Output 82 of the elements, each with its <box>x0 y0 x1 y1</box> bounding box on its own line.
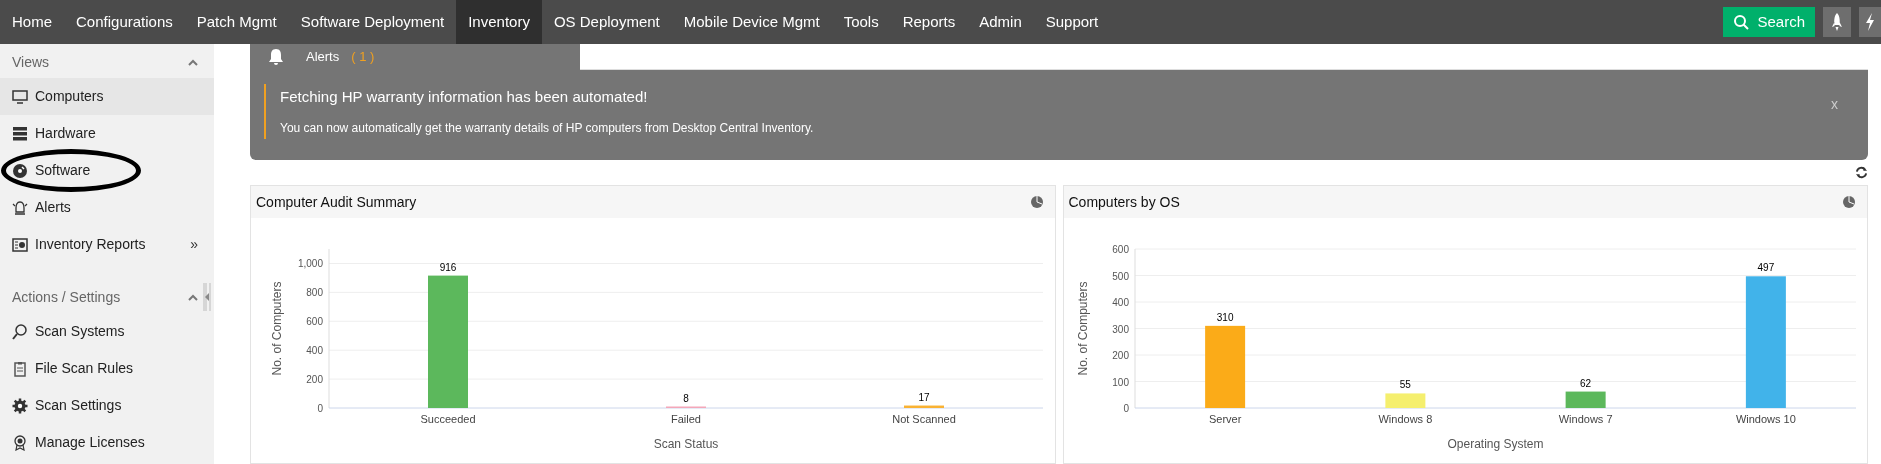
nav-tab[interactable]: Tools <box>831 0 891 44</box>
nav-tab[interactable]: Inventory <box>456 0 542 44</box>
nav-tab[interactable]: OS Deployment <box>541 0 672 44</box>
sidebar-item[interactable]: Software <box>0 152 214 189</box>
y-tick-label: 400 <box>306 345 323 357</box>
collapse-caret-icon[interactable] <box>188 58 198 66</box>
x-tick-label: Not Scanned <box>892 413 956 425</box>
alert-title: Fetching HP warranty information has been automated! <box>280 87 649 107</box>
rocket-button[interactable] <box>1823 7 1851 37</box>
rocket-icon <box>1830 12 1844 32</box>
disc-icon <box>12 162 28 179</box>
nav-tab[interactable]: Patch Mgmt <box>184 0 289 44</box>
bell-icon <box>268 48 284 66</box>
data-label: 62 <box>1579 377 1591 389</box>
search-icon <box>12 323 28 340</box>
search-icon <box>1733 14 1750 30</box>
y-tick-label: 800 <box>306 287 323 299</box>
y-tick-label: 200 <box>306 374 323 386</box>
data-label: 310 <box>1216 311 1233 323</box>
y-tick-label: 0 <box>1122 403 1129 414</box>
chart-title: Computers by OS <box>1068 192 1180 212</box>
data-label: 497 <box>1757 262 1774 274</box>
nav-tab[interactable]: Admin <box>967 0 1034 44</box>
alerts-count: ( 1 ) <box>351 48 375 67</box>
monitor-icon <box>12 88 28 105</box>
y-tick-label: 1,000 <box>297 258 323 270</box>
x-tick-label: Succeeded <box>420 413 476 425</box>
server-stack-icon <box>12 125 28 142</box>
alerts-tab[interactable]: Alerts ( 1 ) <box>250 44 580 70</box>
y-tick-label: 0 <box>317 403 323 414</box>
nav-tab[interactable]: Support <box>1033 0 1111 44</box>
y-tick-label: 500 <box>1111 270 1129 282</box>
chart-title: Computer Audit Summary <box>256 192 417 212</box>
alert-message: You can now automatically get the warranty details of HP computers from Desktop Central Inventory. <box>280 119 814 137</box>
alarm-bell-icon <box>12 199 28 216</box>
y-axis-title: No. of Computers <box>1075 281 1090 376</box>
y-tick-label: 200 <box>1111 350 1129 361</box>
pie-chart-icon[interactable] <box>1030 196 1043 208</box>
x-tick-label: Failed <box>671 413 701 425</box>
x-tick-label: Windows 7 <box>1558 413 1612 425</box>
collapse-caret-icon[interactable] <box>188 293 198 301</box>
nav-tab[interactable]: Software Deployment <box>288 0 457 44</box>
sidebar-item[interactable]: Scan Settings <box>0 387 214 424</box>
refresh-icon[interactable] <box>1855 166 1868 179</box>
sidebar-item[interactable]: Scan Systems <box>0 313 214 350</box>
x-tick-label: Windows 8 <box>1378 413 1432 425</box>
data-label: 55 <box>1399 379 1411 391</box>
settings-icon <box>12 397 28 414</box>
nav-tab[interactable]: Home <box>0 0 64 44</box>
y-tick-label: 100 <box>1111 376 1129 388</box>
sidebar-section-title: Actions / Settings <box>12 287 121 307</box>
y-tick-label: 400 <box>1111 297 1129 308</box>
x-tick-label: Windows 10 <box>1735 413 1796 425</box>
collapse-handle-icon[interactable] <box>203 283 211 311</box>
sidebar-item[interactable]: Hardware <box>0 115 214 152</box>
sidebar-item[interactable]: Alerts <box>0 189 214 226</box>
y-tick-label: 600 <box>1111 244 1129 255</box>
nav-tab[interactable]: Reports <box>890 0 968 44</box>
lightning-button[interactable] <box>1859 7 1881 37</box>
clipboard-icon <box>12 360 28 377</box>
y-axis-title: No. of Computers <box>270 281 284 376</box>
sidebar-item[interactable]: File Scan Rules <box>0 350 214 387</box>
data-label: 17 <box>918 391 930 403</box>
y-tick-label: 300 <box>1111 323 1129 335</box>
data-label: 916 <box>439 261 457 273</box>
lightning-icon <box>1864 12 1876 32</box>
sidebar-item[interactable]: Computers <box>0 78 214 115</box>
nav-tab[interactable]: Mobile Device Mgmt <box>671 0 832 44</box>
data-label: 8 <box>683 392 689 404</box>
pie-chart-icon[interactable] <box>1843 196 1855 208</box>
expand-more-icon[interactable]: » <box>190 234 198 255</box>
report-icon <box>12 236 28 253</box>
sidebar-section-title: Views <box>12 52 50 72</box>
x-axis-title: Scan Status <box>653 437 719 451</box>
sidebar-item[interactable]: Manage Licenses <box>0 424 214 461</box>
nav-tab[interactable]: Configurations <box>64 0 185 44</box>
award-badge-icon <box>12 434 28 451</box>
y-tick-label: 600 <box>306 316 323 328</box>
x-tick-label: Server <box>1208 413 1241 425</box>
sidebar-item[interactable]: Inventory Reports » <box>0 226 214 263</box>
alerts-tab-label: Alerts <box>306 48 340 67</box>
x-axis-title: Operating System <box>1447 437 1543 451</box>
